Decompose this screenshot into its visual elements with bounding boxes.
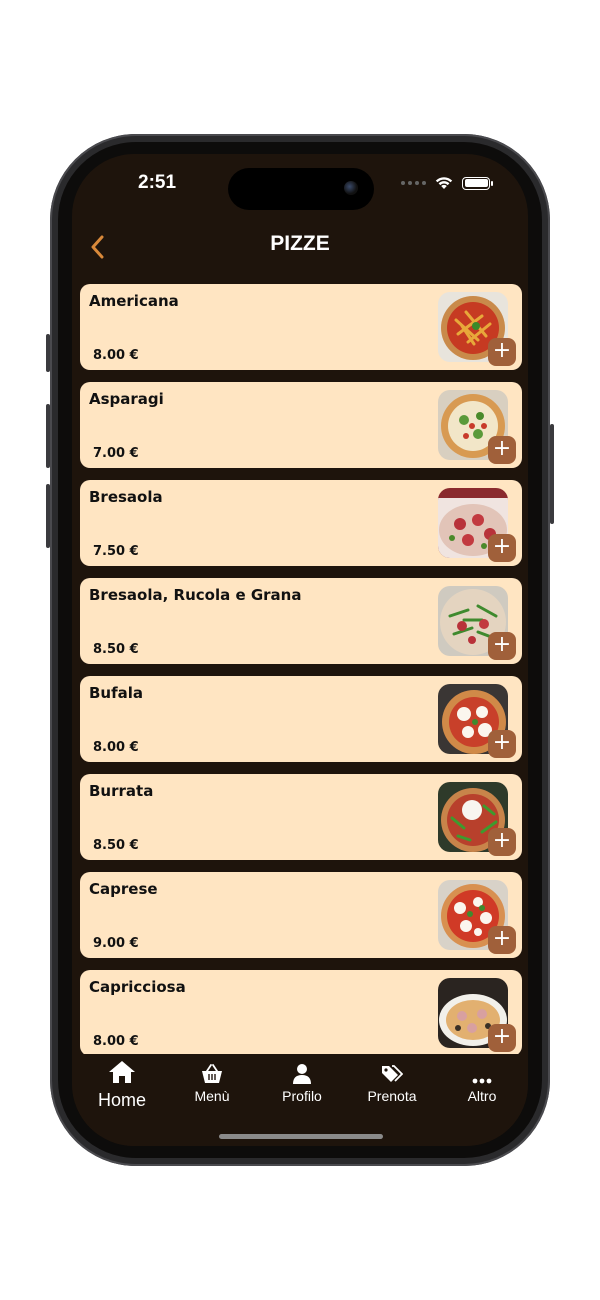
pizza-price: 8.00 € (93, 348, 139, 363)
pizza-price: 8.00 € (93, 1034, 139, 1049)
add-button[interactable]: + (488, 534, 516, 562)
pizza-price: 7.00 € (93, 446, 139, 461)
pizza-card[interactable]: Bufala 8.00 € + (80, 676, 522, 762)
pizza-price: 8.00 € (93, 740, 139, 755)
add-button[interactable]: + (488, 338, 516, 366)
tab-home[interactable]: Home (82, 1058, 162, 1111)
pizza-card[interactable]: Caprese 9.00 € + (80, 872, 522, 958)
tab-label: Home (97, 1090, 146, 1110)
screen: 2:51 PIZZE Americana 8.00 € + Asparagi 7… (72, 154, 528, 1146)
pizza-card[interactable]: Burrata 8.50 € + (80, 774, 522, 860)
volume-up-button (46, 404, 50, 468)
add-button[interactable]: + (488, 436, 516, 464)
user-icon (293, 1064, 311, 1084)
add-button[interactable]: + (488, 926, 516, 954)
pizza-price: 9.00 € (93, 936, 139, 951)
camera-icon (344, 181, 358, 195)
power-button (550, 424, 554, 524)
tab-menu[interactable]: Menù (172, 1058, 252, 1104)
dynamic-island (228, 168, 374, 210)
pizza-name: Asparagi (89, 390, 164, 408)
pizza-name: Americana (89, 292, 179, 310)
volume-down-button (46, 484, 50, 548)
tab-bar: Home Menù Profilo Prenota Altro (72, 1054, 528, 1146)
tab-prenota[interactable]: Prenota (352, 1058, 432, 1104)
tab-label: Menù (194, 1088, 230, 1104)
pizza-name: Bresaola (89, 488, 163, 506)
battery-icon (462, 176, 493, 190)
tab-label: Profilo (282, 1088, 322, 1104)
status-indicators (401, 176, 493, 190)
tab-altro[interactable]: Altro (442, 1058, 522, 1104)
tab-label: Prenota (367, 1088, 417, 1104)
cellular-signal-icon (401, 181, 426, 185)
more-icon (472, 1078, 492, 1084)
pizza-card[interactable]: Bresaola 7.50 € + (80, 480, 522, 566)
pizza-price: 7.50 € (93, 544, 139, 559)
add-button[interactable]: + (488, 632, 516, 660)
pizza-price: 8.50 € (93, 642, 139, 657)
page-title: PIZZE (270, 232, 330, 255)
tags-icon (382, 1065, 403, 1082)
nav-header: PIZZE (72, 218, 528, 274)
home-icon (109, 1061, 135, 1083)
pizza-card[interactable]: Americana 8.00 € + (80, 284, 522, 370)
phone-frame: 2:51 PIZZE Americana 8.00 € + Asparagi 7… (46, 134, 554, 1166)
pizza-name: Bresaola, Rucola e Grana (89, 586, 302, 604)
action-button (46, 334, 50, 372)
pizza-name: Bufala (89, 684, 144, 702)
wifi-icon (435, 177, 453, 189)
home-indicator[interactable] (219, 1134, 383, 1139)
add-button[interactable]: + (488, 730, 516, 758)
pizza-name: Burrata (89, 782, 154, 800)
pizza-name: Caprese (89, 880, 158, 898)
tab-label: Altro (467, 1088, 497, 1104)
pizza-list: Americana 8.00 € + Asparagi 7.00 € + Bre… (80, 284, 522, 1054)
pizza-name: Capricciosa (89, 978, 186, 996)
add-button[interactable]: + (488, 828, 516, 856)
pizza-card[interactable]: Asparagi 7.00 € + (80, 382, 522, 468)
basket-icon (202, 1064, 222, 1083)
status-time: 2:51 (138, 172, 177, 193)
add-button[interactable]: + (488, 1024, 516, 1052)
tab-profilo[interactable]: Profilo (262, 1058, 342, 1104)
pizza-price: 8.50 € (93, 838, 139, 853)
pizza-card[interactable]: Capricciosa 8.00 € + (80, 970, 522, 1054)
pizza-card[interactable]: Bresaola, Rucola e Grana 8.50 € + (80, 578, 522, 664)
